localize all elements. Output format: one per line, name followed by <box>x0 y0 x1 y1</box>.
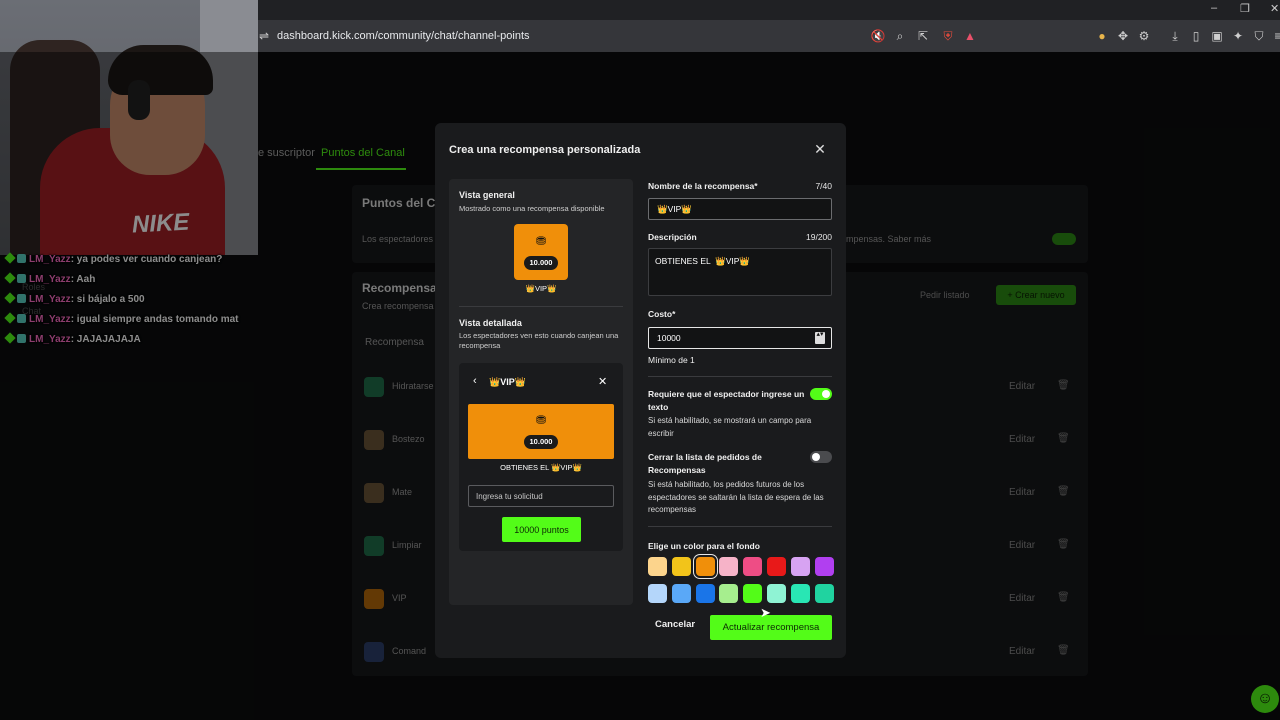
color-swatch[interactable] <box>790 584 810 603</box>
zoom-icon[interactable]: ⌕ <box>892 29 908 44</box>
request-input-preview <box>468 485 614 507</box>
share-icon[interactable]: ⇱ <box>915 29 931 43</box>
color-swatch[interactable] <box>767 584 786 603</box>
description-count: 19/200 <box>806 232 832 242</box>
close-list-label: Cerrar la lista de pedidos de Recompensa… <box>648 452 762 475</box>
color-swatch[interactable] <box>767 557 786 576</box>
form-divider-2 <box>648 526 832 527</box>
close-list-help: Si está habilitado, los pedidos futuros … <box>648 480 824 514</box>
color-label: Elige un color para el fondo <box>648 541 760 551</box>
mouse-cursor-icon: ➤ <box>760 605 771 620</box>
cost-minimum: Mínimo de 1 <box>648 355 695 365</box>
color-swatch[interactable] <box>790 557 810 576</box>
color-swatch[interactable] <box>719 584 739 603</box>
detail-preview-card: ‹ 👑VIP👑 ✕ ⛃ 10.000 OBTIENES EL 👑VIP👑 100… <box>459 363 623 551</box>
detail-preview-title: Vista detallada <box>459 318 522 328</box>
cost-stepper[interactable]: ▴▾ <box>815 331 825 344</box>
reward-name-label: Nombre de la recompensa* <box>648 181 758 191</box>
translate-icon[interactable]: ⚙ <box>1136 29 1152 43</box>
require-text-label: Requiere que el espectador ingrese un te… <box>648 389 805 412</box>
minimize-button[interactable]: – <box>1211 2 1217 14</box>
detail-description: OBTIENES EL 👑VIP👑 <box>500 463 582 472</box>
chevron-left-icon: ‹ <box>473 375 477 387</box>
color-swatch[interactable] <box>743 584 763 603</box>
color-swatch[interactable] <box>671 557 691 576</box>
reward-caption: 👑VIP👑 <box>525 284 557 293</box>
detail-reward-name: 👑VIP👑 <box>489 377 526 387</box>
reward-name-count: 7/40 <box>815 181 832 191</box>
update-reward-button[interactable]: Actualizar recompensa <box>710 615 832 640</box>
redeem-points-button: 10000 puntos <box>502 517 581 542</box>
description-textarea[interactable]: OBTIENES EL 👑VIP👑 <box>648 248 832 296</box>
color-swatch[interactable] <box>695 584 715 603</box>
color-swatch[interactable] <box>695 557 715 576</box>
reward-name-input[interactable] <box>648 198 832 220</box>
modal-title: Crea una recompensa personalizada <box>449 144 641 156</box>
vpn-icon[interactable]: ⛉ <box>1251 29 1267 44</box>
cost-label: Costo* <box>648 309 676 319</box>
preview-pane: Vista general Mostrado como una recompen… <box>449 179 633 605</box>
color-swatch[interactable] <box>719 557 739 576</box>
leo-icon[interactable]: ✦ <box>1230 29 1246 43</box>
site-info-icon[interactable]: ⇌ <box>256 29 272 43</box>
detail-preview-subtitle: Los espectadores ven esto cuando canjean… <box>459 331 619 350</box>
detail-close-icon: ✕ <box>598 376 608 388</box>
color-swatch[interactable] <box>743 557 763 576</box>
rewards-icon[interactable]: ▲ <box>962 29 978 43</box>
custom-reward-modal: Crea una recompensa personalizada ✕ Vist… <box>435 123 846 658</box>
general-preview-subtitle: Mostrado como una recompensa disponible <box>459 204 605 213</box>
detail-banner: ⛃ 10.000 <box>468 404 614 459</box>
chest-icon: ⛃ <box>535 234 547 248</box>
brave-shield-icon[interactable]: ⛨ <box>940 29 956 44</box>
maximize-button[interactable]: ❐ <box>1240 2 1250 15</box>
general-preview-title: Vista general <box>459 190 515 200</box>
color-swatch[interactable] <box>648 557 667 576</box>
wallet-icon[interactable]: ▣ <box>1209 29 1225 43</box>
color-swatch[interactable] <box>671 584 691 603</box>
mute-icon[interactable]: 🔇 <box>870 29 886 43</box>
preview-divider <box>459 306 623 307</box>
extension-color-icon[interactable]: ● <box>1094 29 1110 43</box>
close-list-toggle[interactable] <box>810 451 832 463</box>
cost-pill: 10.000 <box>524 256 558 270</box>
reward-tile-preview: ⛃ 10.000 <box>514 224 568 280</box>
require-text-help: Si está habilitado, se mostrará un campo… <box>648 416 812 438</box>
extensions-icon[interactable]: ✥ <box>1115 29 1131 43</box>
color-swatch[interactable] <box>814 584 834 603</box>
description-label: Descripción <box>648 232 697 242</box>
color-swatch[interactable] <box>814 557 834 576</box>
cost-input[interactable] <box>648 327 832 349</box>
sidebar-icon[interactable]: ▯ <box>1188 29 1204 43</box>
form-divider <box>648 376 832 377</box>
menu-icon[interactable]: ≡ <box>1270 29 1280 43</box>
close-icon[interactable]: ✕ <box>813 141 827 158</box>
download-icon[interactable]: ⤓ <box>1167 29 1183 44</box>
address-bar[interactable]: dashboard.kick.com/community/chat/channe… <box>277 30 530 42</box>
detail-chest-icon: ⛃ <box>535 413 547 427</box>
require-text-toggle[interactable] <box>810 388 832 400</box>
cancel-button[interactable]: Cancelar <box>655 619 695 630</box>
window-close-button[interactable]: ✕ <box>1270 2 1279 15</box>
color-swatch[interactable] <box>648 584 667 603</box>
detail-cost-pill: 10.000 <box>524 435 558 449</box>
